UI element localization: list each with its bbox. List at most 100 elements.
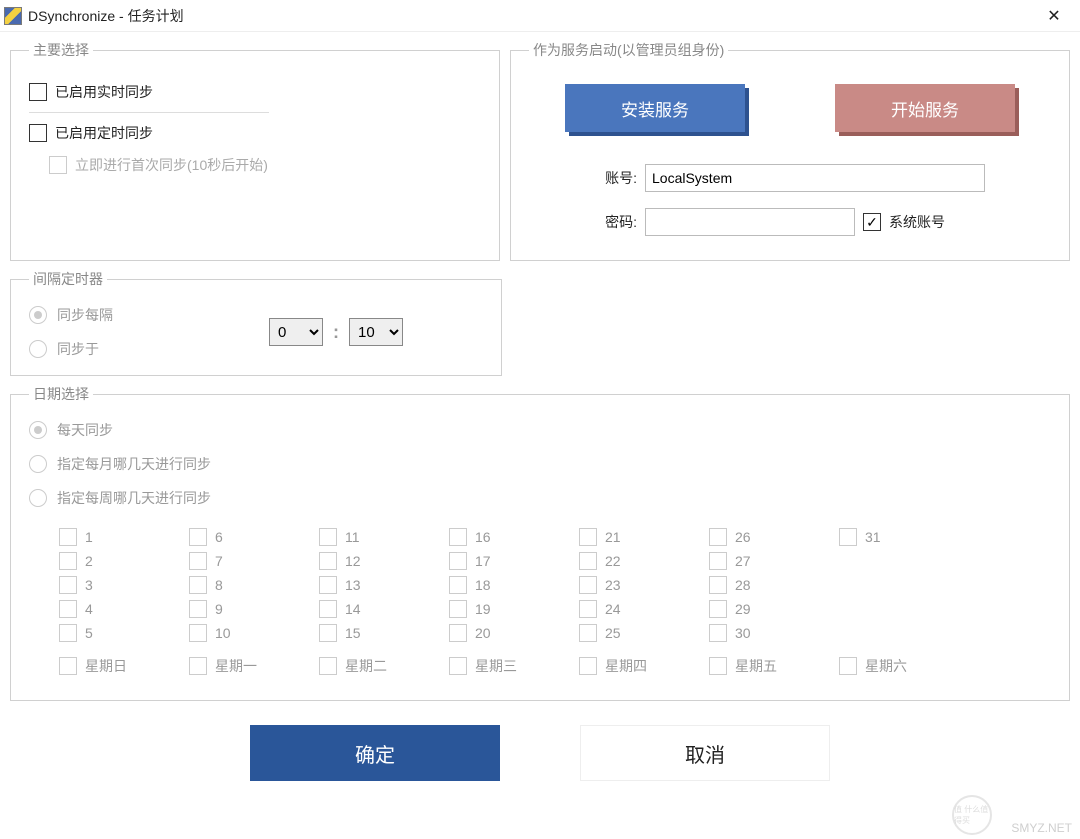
daily-radio	[29, 421, 47, 439]
main-select-group: 主要选择 已启用实时同步 已启用定时同步 立即进行首次同步(10秒后开始)	[10, 40, 500, 261]
day-24-checkbox	[579, 600, 597, 618]
weekday-4-label: 星期四	[605, 656, 647, 676]
day-6-checkbox	[189, 528, 207, 546]
day-4-checkbox	[59, 600, 77, 618]
divider	[29, 112, 269, 113]
weekday-6-label: 星期六	[865, 656, 907, 676]
weekday-0-label: 星期日	[85, 656, 127, 676]
day-28-checkbox	[709, 576, 727, 594]
day-11-checkbox	[319, 528, 337, 546]
day-19-label: 19	[475, 601, 491, 617]
day-29-label: 29	[735, 601, 751, 617]
app-icon	[4, 7, 22, 25]
day-12-label: 12	[345, 553, 361, 569]
account-input[interactable]	[645, 164, 985, 192]
password-label: 密码:	[589, 212, 637, 232]
day-24-label: 24	[605, 601, 621, 617]
day-23-checkbox	[579, 576, 597, 594]
sync-at-radio	[29, 340, 47, 358]
day-12-checkbox	[319, 552, 337, 570]
day-9-label: 9	[215, 601, 223, 617]
sync-at-label: 同步于	[57, 339, 99, 359]
day-22-checkbox	[579, 552, 597, 570]
watermark-badge-icon: 值 什么值得买	[952, 795, 992, 835]
day-31-checkbox	[839, 528, 857, 546]
day-9-checkbox	[189, 600, 207, 618]
week-days-radio	[29, 489, 47, 507]
service-group: 作为服务启动(以管理员组身份) 安装服务 开始服务 账号: 密码: 系统账号	[510, 40, 1070, 261]
day-25-checkbox	[579, 624, 597, 642]
day-10-label: 10	[215, 625, 231, 641]
day-8-checkbox	[189, 576, 207, 594]
weekday-2-checkbox	[319, 657, 337, 675]
day-8-label: 8	[215, 577, 223, 593]
first-sync-checkbox	[49, 156, 67, 174]
sync-every-label: 同步每隔	[57, 305, 113, 325]
weekday-5-label: 星期五	[735, 656, 777, 676]
day-11-label: 11	[345, 529, 360, 545]
day-7-checkbox	[189, 552, 207, 570]
password-input[interactable]	[645, 208, 855, 236]
minutes-select[interactable]: 10	[349, 318, 403, 346]
day-30-label: 30	[735, 625, 751, 641]
week-days-label: 指定每周哪几天进行同步	[57, 488, 211, 508]
hours-select[interactable]: 0	[269, 318, 323, 346]
day-1-label: 1	[85, 529, 93, 545]
titlebar: DSynchronize - 任务计划 ✕	[0, 0, 1080, 32]
weekday-grid: 星期日 星期一 星期二 星期三 星期四 星期五 星期六	[29, 642, 1051, 676]
day-20-checkbox	[449, 624, 467, 642]
day-19-checkbox	[449, 600, 467, 618]
day-14-label: 14	[345, 601, 361, 617]
day-27-checkbox	[709, 552, 727, 570]
weekday-1-label: 星期一	[215, 656, 257, 676]
day-7-label: 7	[215, 553, 223, 569]
timed-sync-checkbox[interactable]	[29, 124, 47, 142]
sync-every-radio	[29, 306, 47, 324]
day-20-label: 20	[475, 625, 491, 641]
close-icon[interactable]: ✕	[1032, 1, 1076, 31]
account-label: 账号:	[589, 168, 637, 188]
ok-button[interactable]: 确定	[250, 725, 500, 781]
day-30-checkbox	[709, 624, 727, 642]
day-23-label: 23	[605, 577, 621, 593]
day-6-label: 6	[215, 529, 223, 545]
day-1-checkbox	[59, 528, 77, 546]
day-5-checkbox	[59, 624, 77, 642]
realtime-sync-checkbox[interactable]	[29, 83, 47, 101]
system-account-label: 系统账号	[889, 212, 945, 232]
interval-group: 间隔定时器 同步每隔 同步于 0 : 10	[10, 269, 502, 376]
day-26-checkbox	[709, 528, 727, 546]
day-18-label: 18	[475, 577, 491, 593]
install-service-button[interactable]: 安装服务	[565, 84, 745, 132]
time-colon: :	[333, 322, 339, 343]
start-service-button[interactable]: 开始服务	[835, 84, 1015, 132]
date-select-legend: 日期选择	[29, 384, 93, 404]
daily-label: 每天同步	[57, 420, 113, 440]
month-days-radio	[29, 455, 47, 473]
interval-legend: 间隔定时器	[29, 269, 107, 289]
day-4-label: 4	[85, 601, 93, 617]
day-29-checkbox	[709, 600, 727, 618]
day-17-label: 17	[475, 553, 491, 569]
cancel-button[interactable]: 取消	[580, 725, 830, 781]
weekday-5-checkbox	[709, 657, 727, 675]
month-days-label: 指定每月哪几天进行同步	[57, 454, 211, 474]
day-3-checkbox	[59, 576, 77, 594]
day-grid: 1611162126312712172227381318232849141924…	[29, 508, 1051, 642]
system-account-checkbox[interactable]	[863, 213, 881, 231]
day-5-label: 5	[85, 625, 93, 641]
day-21-label: 21	[605, 529, 621, 545]
day-15-checkbox	[319, 624, 337, 642]
day-16-label: 16	[475, 529, 491, 545]
day-27-label: 27	[735, 553, 751, 569]
day-2-checkbox	[59, 552, 77, 570]
day-25-label: 25	[605, 625, 621, 641]
day-22-label: 22	[605, 553, 621, 569]
main-select-legend: 主要选择	[29, 40, 93, 60]
day-14-checkbox	[319, 600, 337, 618]
date-select-group: 日期选择 每天同步 指定每月哪几天进行同步 指定每周哪几天进行同步 161116…	[10, 384, 1070, 701]
weekday-3-label: 星期三	[475, 656, 517, 676]
weekday-2-label: 星期二	[345, 656, 387, 676]
day-3-label: 3	[85, 577, 93, 593]
day-10-checkbox	[189, 624, 207, 642]
